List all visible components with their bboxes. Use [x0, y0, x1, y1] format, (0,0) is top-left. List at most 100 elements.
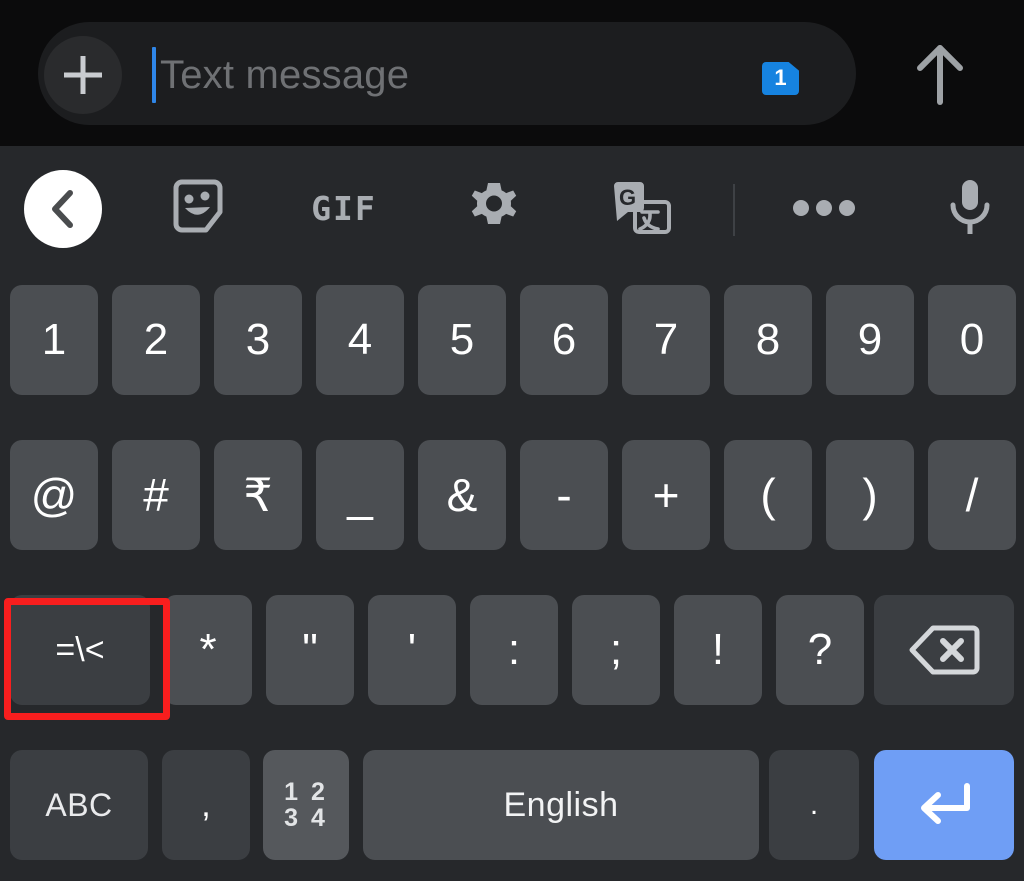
key-abc[interactable]: ABC	[10, 750, 148, 860]
key-enter[interactable]	[874, 750, 1014, 860]
key-label: 1 2 3 4	[284, 778, 328, 832]
key-label: 5	[449, 315, 475, 364]
key-symbol2-6[interactable]: !	[674, 595, 762, 705]
sticker-button[interactable]	[160, 170, 236, 246]
sticker-icon	[173, 179, 223, 233]
key-symbol-1[interactable]: #	[112, 440, 200, 550]
key-symbol2-4[interactable]: :	[470, 595, 558, 705]
key-symbol-8[interactable]: )	[826, 440, 914, 550]
key-label: ;	[609, 625, 623, 674]
key-comma[interactable]: ,	[162, 750, 250, 860]
key-label: ?	[807, 625, 833, 674]
backspace-icon	[909, 625, 980, 675]
key-label: 2	[143, 315, 169, 364]
key-number-6[interactable]: 7	[622, 285, 710, 395]
key-number-5[interactable]: 6	[520, 285, 608, 395]
key-label: !	[711, 625, 725, 674]
key-label: /	[965, 469, 979, 521]
key-number-1[interactable]: 2	[112, 285, 200, 395]
phone-screen: Text message 1 GIF G 1 2 3 4 5 6 7 8 9 0…	[0, 0, 1024, 881]
key-label: ₹	[243, 469, 273, 521]
key-symbol2-3[interactable]: '	[368, 595, 456, 705]
key-number-7[interactable]: 8	[724, 285, 812, 395]
key-period[interactable]: .	[769, 750, 859, 860]
key-label: 7	[653, 315, 679, 364]
key-symbol2-2[interactable]: "	[266, 595, 354, 705]
key-label: *	[199, 625, 217, 674]
key-label: :	[507, 625, 521, 674]
compose-bar: Text message 1	[0, 0, 1024, 146]
key-label: ,	[201, 786, 211, 824]
key-label: 0	[959, 315, 985, 364]
keyboard-toolbar: GIF G	[0, 146, 1024, 270]
text-cursor	[152, 47, 156, 103]
voice-input-button[interactable]	[932, 170, 1008, 246]
key-label: )	[862, 469, 878, 521]
key-label: ABC	[45, 786, 113, 823]
gif-button[interactable]: GIF	[306, 170, 382, 246]
send-button[interactable]	[898, 36, 982, 114]
key-label: #	[143, 469, 169, 521]
key-symbol-4[interactable]: &	[418, 440, 506, 550]
keyboard-row-symbols-2: =\< * " ':;!?	[0, 595, 1024, 705]
key-label: 4	[347, 315, 373, 364]
key-number-0[interactable]: 1	[10, 285, 98, 395]
key-label: (	[760, 469, 776, 521]
back-to-keyboard-button[interactable]	[24, 170, 102, 248]
key-label: English	[503, 785, 619, 824]
settings-button[interactable]	[456, 170, 532, 246]
key-label: =\<	[55, 631, 105, 669]
key-number-2[interactable]: 3	[214, 285, 302, 395]
key-symbol2-7[interactable]: ?	[776, 595, 864, 705]
translate-button[interactable]: G	[602, 170, 682, 246]
key-label: +	[652, 469, 680, 521]
key-label: 1	[41, 315, 67, 364]
key-label: &	[446, 469, 478, 521]
gear-icon	[471, 183, 517, 224]
key-number-4[interactable]: 5	[418, 285, 506, 395]
key-symbol-switch[interactable]: =\<	[10, 595, 150, 705]
sim-selector-badge[interactable]: 1	[762, 62, 799, 95]
key-symbol2-1[interactable]: *	[164, 595, 252, 705]
arrow-up-icon	[917, 45, 963, 105]
message-placeholder: Text message	[160, 53, 410, 97]
more-options-button[interactable]	[786, 170, 862, 246]
keyboard-row-bottom: ABC , 1 2 3 4 English .	[0, 750, 1024, 865]
key-symbol-5[interactable]: -	[520, 440, 608, 550]
key-symbol-7[interactable]: (	[724, 440, 812, 550]
key-label: 6	[551, 315, 577, 364]
add-attachment-button[interactable]	[44, 36, 122, 114]
key-symbol-2[interactable]: ₹	[214, 440, 302, 550]
key-symbol-3[interactable]: _	[316, 440, 404, 550]
microphone-icon	[950, 180, 990, 234]
plus-icon	[64, 56, 102, 94]
svg-text:G: G	[619, 185, 636, 210]
key-label: _	[347, 469, 373, 521]
google-translate-icon: G	[614, 182, 671, 234]
enter-return-icon	[921, 783, 970, 824]
key-label: 9	[857, 315, 883, 364]
chevron-left-icon	[52, 190, 73, 228]
key-number-9[interactable]: 0	[928, 285, 1016, 395]
key-backspace[interactable]	[874, 595, 1014, 705]
key-label: .	[809, 788, 819, 821]
key-label: "	[302, 625, 318, 674]
toolbar-divider	[733, 184, 735, 236]
key-label: @	[30, 469, 78, 521]
keyboard-row-numbers: 1 2 3 4 5 6 7 8 9 0	[0, 285, 1024, 395]
gif-label: GIF	[311, 188, 377, 228]
key-label: 3	[245, 315, 271, 364]
key-label: 8	[755, 315, 781, 364]
key-symbol2-5[interactable]: ;	[572, 595, 660, 705]
key-symbol-9[interactable]: /	[928, 440, 1016, 550]
keyboard: GIF G 1 2 3 4 5 6 7 8 9 0 @ # ₹ _ & - + …	[0, 146, 1024, 881]
key-label: -	[556, 469, 572, 521]
key-symbol-6[interactable]: +	[622, 440, 710, 550]
key-space[interactable]: English	[363, 750, 759, 860]
keyboard-row-symbols: @ # ₹ _ & - + () /	[0, 440, 1024, 550]
key-number-3[interactable]: 4	[316, 285, 404, 395]
key-number-8[interactable]: 9	[826, 285, 914, 395]
key-symbol-0[interactable]: @	[10, 440, 98, 550]
key-numeric-layout[interactable]: 1 2 3 4	[263, 750, 349, 860]
overflow-dots-icon	[793, 200, 855, 216]
